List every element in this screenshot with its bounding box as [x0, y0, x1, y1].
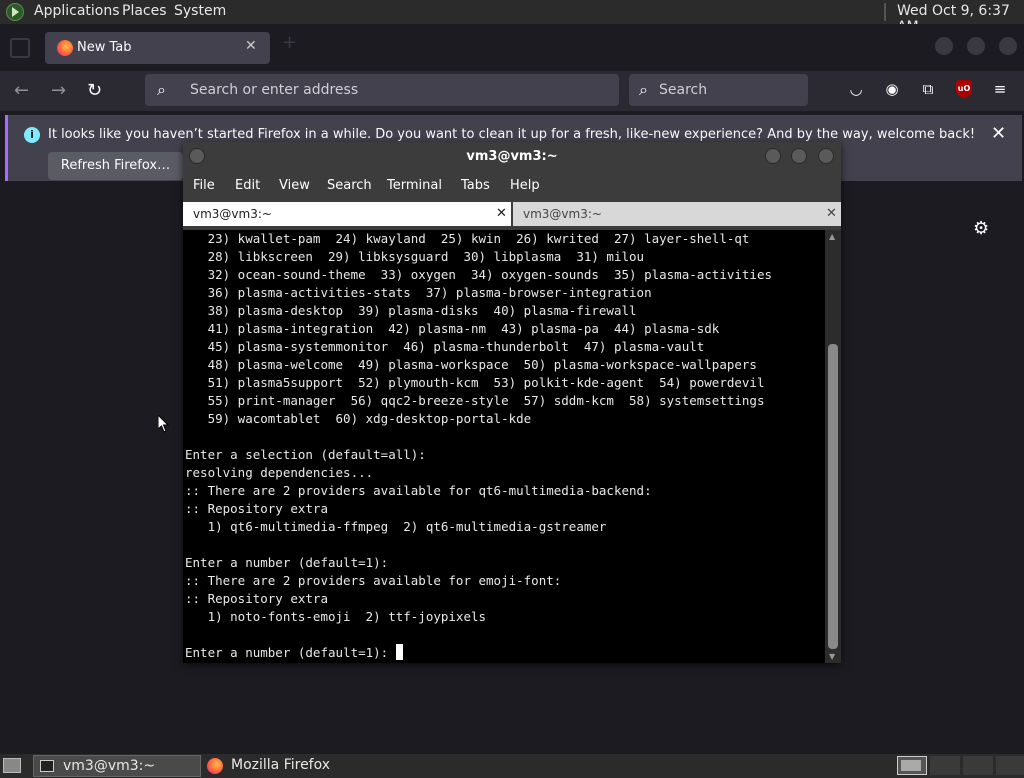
close-notification-icon[interactable]: ✕	[991, 123, 1006, 144]
terminal-window: vm3@vm3:~ File Edit View Search Terminal…	[183, 142, 841, 663]
taskbar-label: Mozilla Firefox	[231, 757, 331, 773]
tab-new-tab[interactable]: New Tab ✕	[45, 32, 270, 64]
terminal-maximize-button[interactable]	[791, 148, 807, 164]
terminal-prompt-line: Enter a number (default=1):	[183, 644, 825, 662]
menu-file[interactable]: File	[193, 178, 215, 193]
terminal-scrollbar[interactable]: ▲ ▼	[825, 230, 841, 663]
new-tab-icon[interactable]: +	[282, 32, 297, 53]
taskbar-label: vm3@vm3:~	[63, 758, 156, 774]
ublock-origin-icon[interactable]: uO	[956, 80, 972, 98]
terminal-tab-2[interactable]: vm3@vm3:~ ✕	[513, 202, 841, 226]
taskbar-item-terminal[interactable]: vm3@vm3:~	[33, 755, 201, 777]
scroll-up-arrow-icon[interactable]: ▲	[829, 232, 835, 241]
show-desktop-icon[interactable]	[3, 758, 21, 773]
notification-message: It looks like you haven’t started Firefo…	[48, 127, 976, 142]
settings-gear-icon[interactable]: ⚙	[973, 218, 989, 239]
terminal-tab-label: vm3@vm3:~	[193, 207, 272, 221]
menu-view[interactable]: View	[279, 178, 310, 193]
terminal-tabs: vm3@vm3:~ ✕ vm3@vm3:~ ✕	[183, 200, 841, 228]
refresh-firefox-button[interactable]: Refresh Firefox…	[48, 152, 183, 180]
terminal-menubar: File Edit View Search Terminal Tabs Help	[183, 172, 841, 200]
close-tab-icon[interactable]: ✕	[826, 202, 837, 226]
close-tab-icon[interactable]: ✕	[496, 202, 507, 226]
forward-icon[interactable]: →	[51, 80, 66, 101]
workspace-1[interactable]	[897, 756, 927, 775]
tab-bar: New Tab ✕ +	[0, 24, 1024, 71]
minimize-button[interactable]	[935, 37, 953, 55]
navigation-bar: ← → ↻ ⌕ Search or enter address ⌕ Search…	[0, 71, 1024, 111]
terminal-close-button[interactable]	[818, 148, 834, 164]
bottom-panel: vm3@vm3:~ Mozilla Firefox	[0, 754, 1024, 778]
terminal-title[interactable]: vm3@vm3:~	[183, 142, 841, 172]
menu-help[interactable]: Help	[510, 178, 540, 193]
close-window-button[interactable]	[999, 37, 1017, 55]
menu-search[interactable]: Search	[327, 178, 372, 193]
firefox-icon	[207, 758, 223, 774]
extensions-icon[interactable]: ⧉	[918, 79, 938, 99]
places-menu[interactable]: Places	[122, 3, 167, 19]
search-bar[interactable]: ⌕ Search	[629, 74, 808, 106]
workspace-4[interactable]	[996, 756, 1024, 775]
address-bar[interactable]: ⌕ Search or enter address	[145, 74, 619, 106]
terminal-tab-1[interactable]: vm3@vm3:~ ✕	[183, 202, 511, 226]
system-menu[interactable]: System	[174, 3, 226, 19]
hamburger-menu-icon[interactable]: ≡	[990, 79, 1010, 99]
terminal-minimize-button[interactable]	[765, 148, 781, 164]
info-icon: i	[24, 127, 40, 143]
tab-title: New Tab	[77, 40, 132, 55]
search-placeholder: Search	[659, 82, 708, 98]
close-tab-icon[interactable]: ✕	[245, 38, 257, 54]
maximize-button[interactable]	[967, 37, 985, 55]
scroll-down-arrow-icon[interactable]: ▼	[829, 652, 835, 661]
account-icon[interactable]: ◉	[882, 79, 902, 99]
terminal-screen[interactable]: 23) kwallet-pam 24) kwayland 25) kwin 26…	[183, 230, 825, 663]
reload-icon[interactable]: ↻	[87, 80, 102, 101]
scrollbar-thumb[interactable]	[828, 344, 838, 649]
taskbar-item-firefox[interactable]: Mozilla Firefox	[204, 755, 372, 777]
terminal-prompt: Enter a number (default=1):	[185, 645, 396, 660]
workspace-3[interactable]	[963, 756, 993, 775]
terminal-output: 23) kwallet-pam 24) kwayland 25) kwin 26…	[185, 231, 772, 624]
menu-edit[interactable]: Edit	[235, 178, 260, 193]
back-icon[interactable]: ←	[14, 80, 29, 101]
search-icon: ⌕	[157, 80, 166, 99]
terminal-tab-label: vm3@vm3:~	[523, 207, 602, 221]
distro-logo-icon[interactable]	[6, 3, 24, 21]
applications-menu[interactable]: Applications	[34, 3, 120, 19]
firefox-view-icon[interactable]	[10, 38, 30, 58]
search-icon: ⌕	[639, 80, 648, 99]
window-menu-button[interactable]	[189, 148, 205, 164]
pocket-icon[interactable]: ◡	[846, 79, 866, 99]
address-placeholder: Search or enter address	[190, 82, 359, 98]
top-panel: Applications Places System Wed Oct 9, 6:…	[0, 0, 1024, 35]
menu-terminal[interactable]: Terminal	[387, 178, 442, 193]
terminal-icon	[40, 760, 54, 772]
workspace-2[interactable]	[930, 756, 960, 775]
menu-tabs[interactable]: Tabs	[461, 178, 490, 193]
text-cursor	[395, 644, 403, 660]
firefox-icon	[57, 40, 73, 56]
panel-separator	[884, 3, 886, 21]
